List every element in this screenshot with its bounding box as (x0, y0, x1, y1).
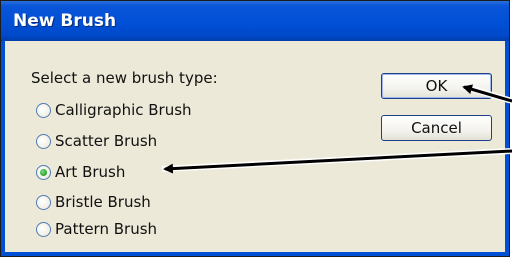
option-bristle-brush[interactable]: Bristle Brush (36, 193, 151, 211)
brush-type-prompt: Select a new brush type: (31, 69, 218, 87)
option-label: Calligraphic Brush (55, 101, 192, 119)
title-bar[interactable]: New Brush (1, 1, 509, 41)
ok-button[interactable]: OK (381, 73, 492, 99)
window-border-bottom (1, 252, 509, 256)
option-art-brush[interactable]: Art Brush (36, 163, 125, 181)
option-label: Pattern Brush (55, 220, 158, 238)
window-border-left (1, 41, 5, 256)
cancel-button[interactable]: Cancel (381, 115, 492, 141)
option-label: Art Brush (55, 163, 126, 181)
radio-button[interactable] (36, 221, 51, 237)
option-calligraphic-brush[interactable]: Calligraphic Brush (36, 101, 192, 119)
option-label: Scatter Brush (55, 132, 158, 150)
new-brush-dialog: New Brush Select a new brush type: Calli… (0, 0, 510, 257)
radio-button[interactable] (36, 194, 51, 210)
radio-button-selected[interactable] (36, 164, 51, 180)
radio-button[interactable] (36, 133, 51, 149)
window-title: New Brush (13, 11, 117, 31)
window-border-right (505, 41, 509, 256)
radio-button[interactable] (36, 102, 51, 118)
option-scatter-brush[interactable]: Scatter Brush (36, 132, 157, 150)
option-label: Bristle Brush (55, 193, 151, 211)
option-pattern-brush[interactable]: Pattern Brush (36, 220, 157, 238)
